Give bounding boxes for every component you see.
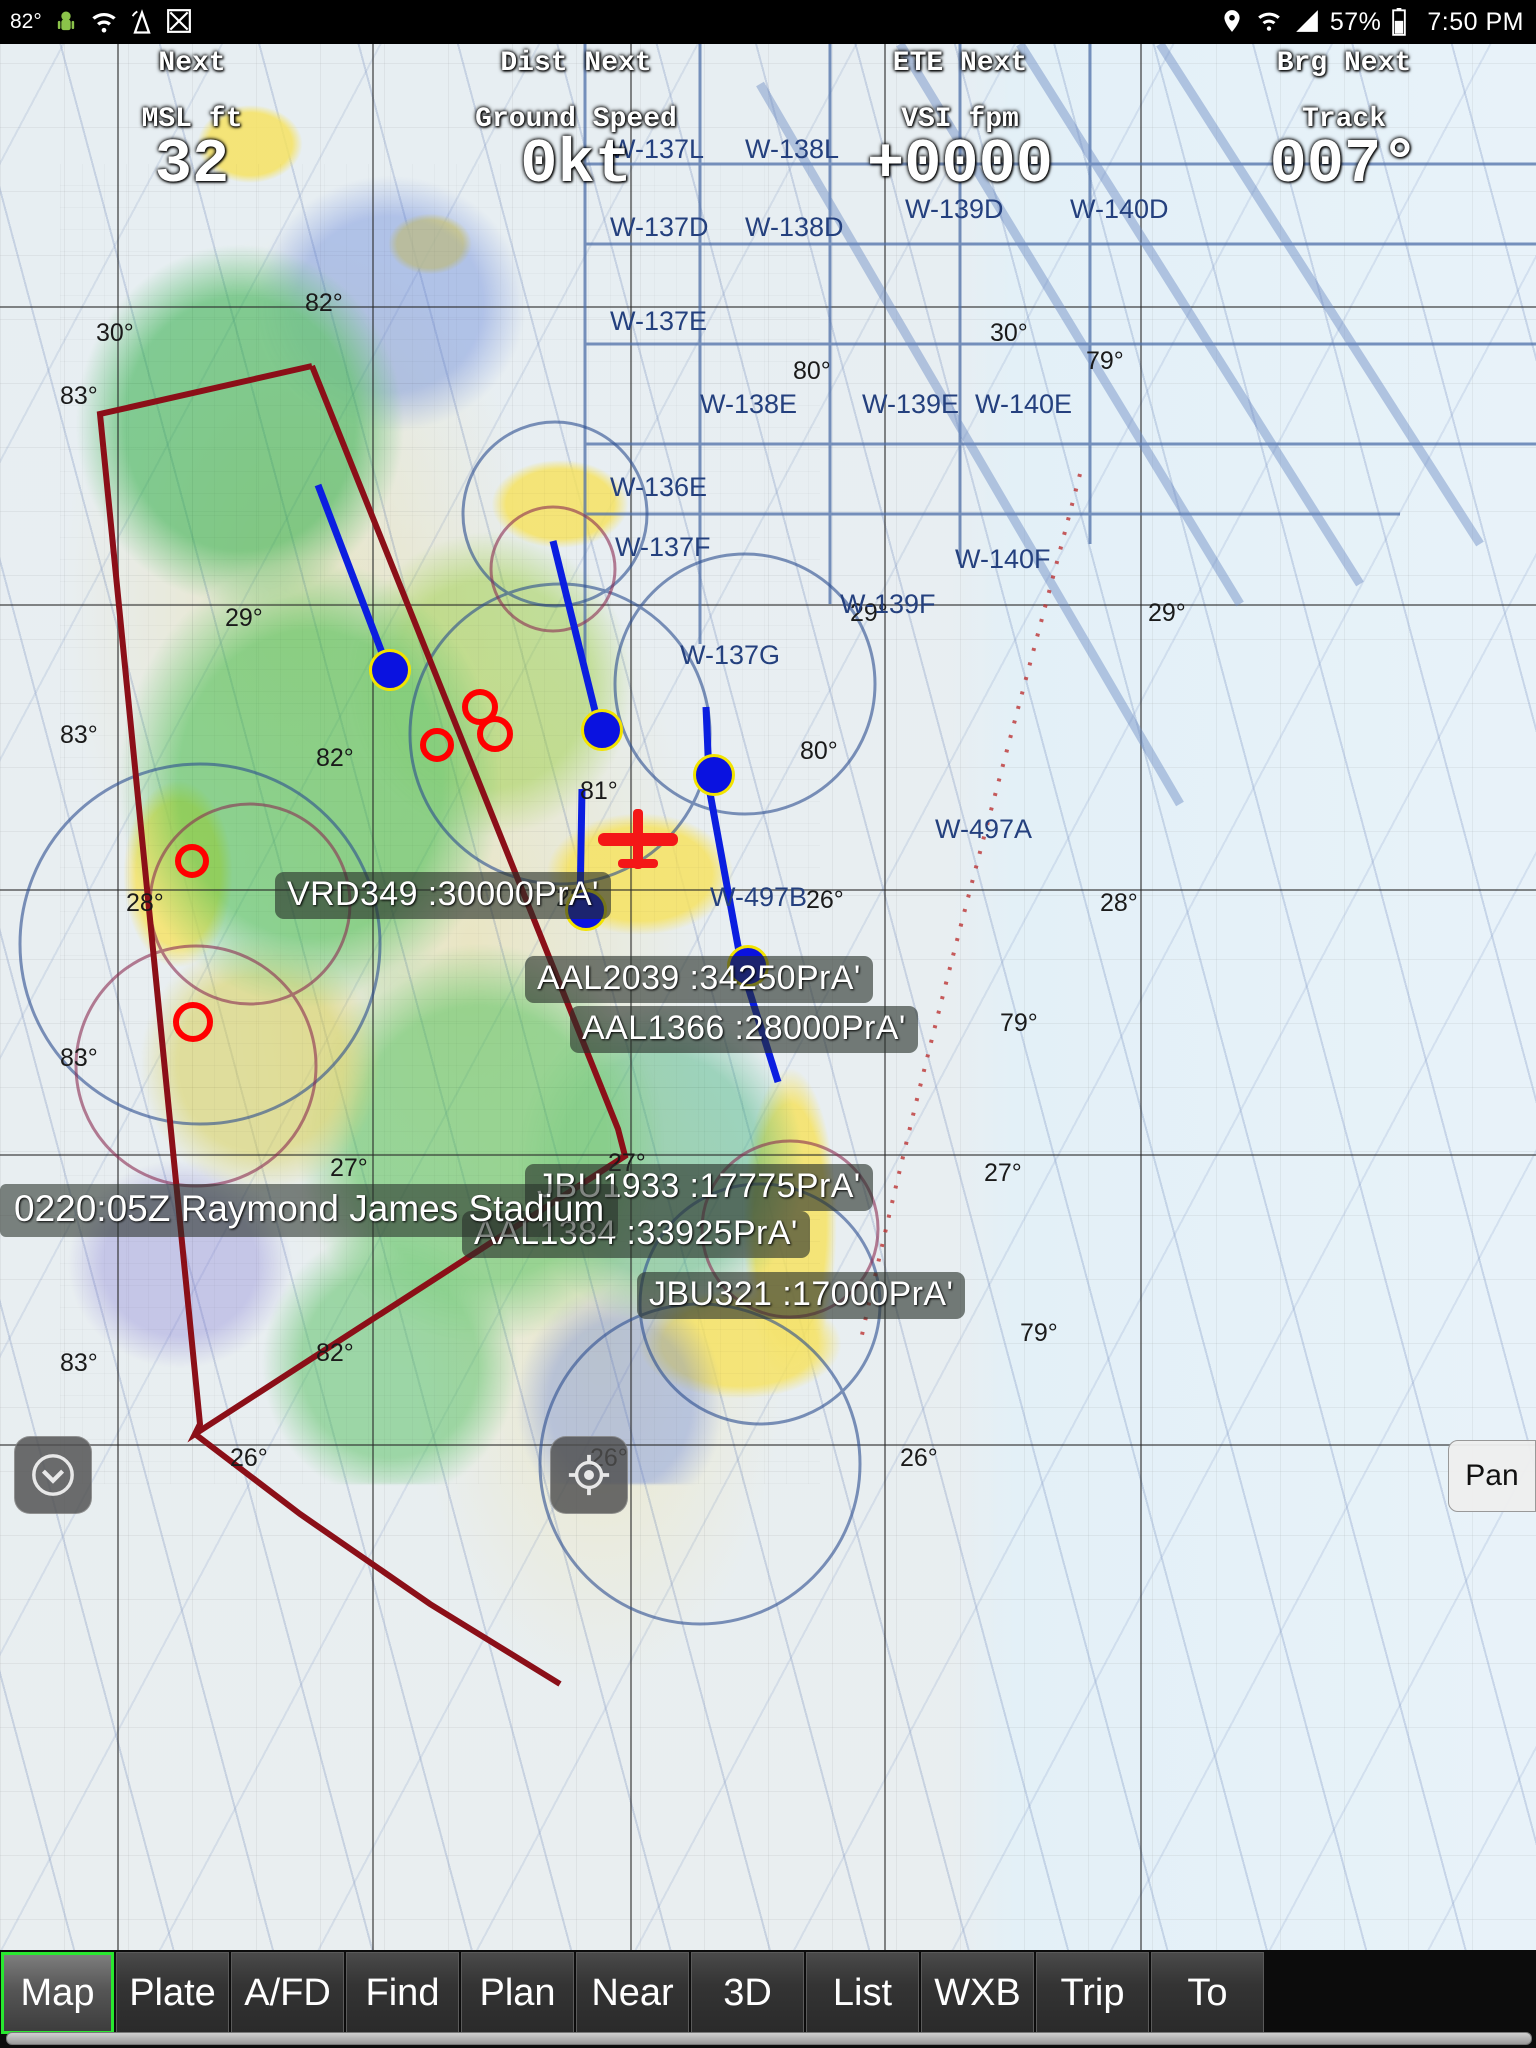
tab-wxb[interactable]: WXB — [921, 1952, 1034, 2034]
bottom-tab-bar[interactable]: Map Plate A/FD Find Plan Near 3D List WX… — [0, 1950, 1536, 2048]
airspace-label: W-138D — [745, 212, 844, 242]
airspace-label: W-137L — [610, 134, 705, 164]
tab-find[interactable]: Find — [346, 1952, 459, 2034]
airspace-label: W-136E — [610, 472, 708, 502]
airspace-label: W-140D — [1070, 194, 1169, 224]
tab-bar-scrollbar[interactable] — [6, 2032, 1532, 2045]
traffic-label-vrd349[interactable]: VRD349 :30000PrA' — [275, 872, 611, 919]
traffic-label-aal1366[interactable]: AAL1366 :28000PrA' — [570, 1006, 918, 1053]
graticule-label: 28° — [126, 889, 164, 917]
traffic-label-aal2039[interactable]: AAL2039 :34250PrA' — [525, 956, 873, 1003]
tab-map[interactable]: Map — [1, 1952, 114, 2034]
graticule-label: 26° — [806, 886, 844, 914]
graticule-label: 79° — [1000, 1009, 1038, 1037]
graticule-label: 29° — [225, 604, 263, 632]
airspace-label: W-137E — [610, 306, 708, 336]
airspace-label: W-138L — [745, 134, 840, 164]
airspace-label: W-140F — [955, 544, 1051, 574]
airspace-label: W-140E — [975, 389, 1073, 419]
graticule-label: 83° — [60, 1349, 98, 1377]
status-bar-left: 82° — [0, 8, 194, 36]
alert-ring — [173, 1002, 213, 1042]
graticule-label: 83° — [60, 1044, 98, 1072]
pan-mode-button[interactable]: Pan — [1448, 1440, 1536, 1512]
graticule-label: 83° — [60, 721, 98, 749]
airspace-label: W-497A — [935, 814, 1033, 844]
temperature-indicator: 82° — [10, 10, 42, 33]
signal-bars-icon — [1293, 8, 1321, 36]
traffic-target[interactable] — [693, 754, 735, 796]
graticule-label: 80° — [800, 737, 838, 765]
battery-percent-label: 57% — [1329, 7, 1382, 36]
tab-afd[interactable]: A/FD — [231, 1952, 344, 2034]
android-status-bar: 82° 57% 7:50 PM — [0, 0, 1536, 44]
airspace-label: W-137D — [610, 212, 709, 242]
chevron-down-circle-icon — [32, 1454, 74, 1496]
tab-plan[interactable]: Plan — [461, 1952, 574, 2034]
battery-icon — [1390, 8, 1418, 36]
clock-label: 7:50 PM — [1427, 7, 1524, 36]
graticule-label: 82° — [305, 289, 343, 317]
tab-3d[interactable]: 3D — [691, 1952, 804, 2034]
tab-plate[interactable]: Plate — [116, 1952, 229, 2034]
alert-ring — [175, 844, 209, 878]
graticule-label: 83° — [60, 382, 98, 410]
alert-ring — [477, 716, 513, 752]
tab-list[interactable]: List — [806, 1952, 919, 2034]
airspace-label: W-137F — [615, 532, 711, 562]
graticule-label: 27° — [330, 1154, 368, 1182]
tab-trip[interactable]: Trip — [1036, 1952, 1149, 2034]
x-box-icon — [166, 8, 194, 36]
airspace-label: W-497B — [710, 882, 808, 912]
center-on-ownship-button[interactable] — [550, 1436, 628, 1514]
graticule-label: 80° — [793, 357, 831, 385]
tab-tools[interactable]: To — [1151, 1952, 1264, 2034]
graticule-label: 26° — [230, 1444, 268, 1472]
status-bar-right: 57% 7:50 PM — [1219, 8, 1536, 37]
wifi-signal-icon — [90, 8, 118, 36]
collapse-panel-button[interactable] — [14, 1436, 92, 1514]
location-pin-icon — [1219, 8, 1247, 36]
traffic-target[interactable] — [581, 709, 623, 751]
traffic-target[interactable] — [369, 649, 411, 691]
airspace-label: W-139D — [905, 194, 1004, 224]
sectional-chart-map[interactable]: 30° 30° 79° 80° 83° 82° 29° 29° 29° 83° … — [0, 44, 1536, 2048]
graticule-label: 30° — [990, 319, 1028, 347]
graticule-label: 82° — [316, 744, 354, 772]
alert-ring — [420, 728, 454, 762]
traffic-label-jbu321[interactable]: JBU321 :17000PrA' — [637, 1272, 966, 1319]
airspace-label: W-139E — [862, 389, 960, 419]
crosshair-location-icon — [568, 1454, 610, 1496]
graticule-label: 82° — [316, 1339, 354, 1367]
wifi-icon — [1256, 8, 1284, 36]
airspace-label: W-139F — [840, 589, 936, 619]
graticule-label: 79° — [1086, 347, 1124, 375]
tab-near[interactable]: Near — [576, 1952, 689, 2034]
tfr-event-label[interactable]: 0220:05Z Raymond James Stadium — [0, 1184, 619, 1237]
graticule-label: 79° — [1020, 1319, 1058, 1347]
app-root: 82° 57% 7:50 PM 30° 30° 79° 80° 83° 82° … — [0, 0, 1536, 2048]
graticule-label: 26° — [900, 1444, 938, 1472]
graticule-label: 81° — [580, 777, 618, 805]
graticule-label: 30° — [96, 319, 134, 347]
graticule-label: 28° — [1100, 889, 1138, 917]
graticule-label: 29° — [1148, 599, 1186, 627]
graticule-label: 27° — [984, 1159, 1022, 1187]
airspace-label: W-138E — [700, 389, 798, 419]
cell-tower-icon — [128, 8, 156, 36]
android-robot-icon — [52, 8, 80, 36]
airspace-label: W-137G — [680, 640, 781, 670]
